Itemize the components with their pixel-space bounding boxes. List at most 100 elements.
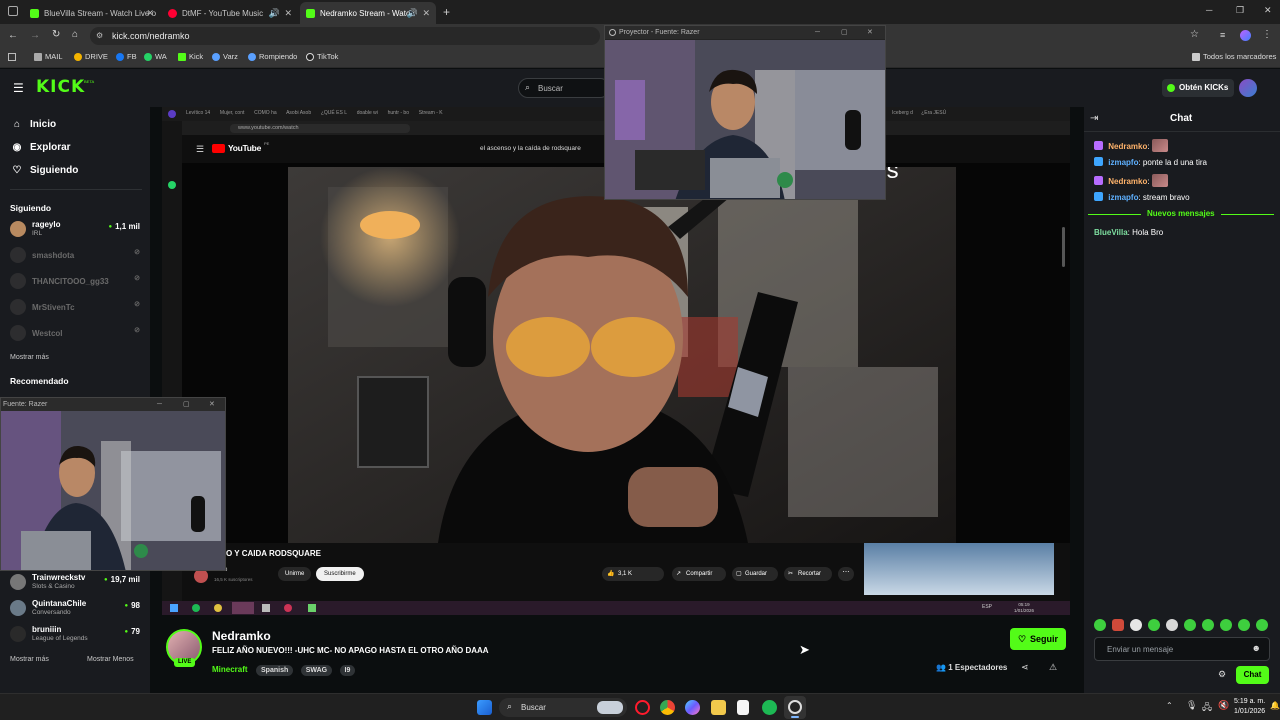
recommended-channel[interactable]: Trainwreckstv Slots & Casino 19,7 mil [10,571,140,591]
chat-send-button[interactable]: Chat [1236,666,1269,684]
tray-overflow-icon[interactable]: ⌃ [1166,701,1173,710]
recommended-channel[interactable]: QuintanaChile Conversando 98 [10,597,140,617]
recommended-channel[interactable]: bruniiin League of Legends 79 [10,623,140,643]
url-input[interactable]: kick.com/nedramko [90,27,600,45]
projector-window-secondary[interactable]: Fuente: Razer ─ ▢ ✕ [0,397,226,571]
followed-channel[interactable]: THANCITOOO_gg33 ⊘ [10,270,140,290]
followed-channel[interactable]: Westcol ⊘ [10,322,140,342]
bookmark-fb[interactable]: FB [116,52,137,61]
restore-window-icon[interactable]: ❐ [1236,5,1244,16]
projector-maximize-icon[interactable]: ▢ [841,26,848,39]
get-kicks-button[interactable]: Obtén KICKs [1162,79,1234,97]
emote-icon[interactable] [1148,619,1160,631]
nav-explorar[interactable]: ◉ Explorar [12,142,71,153]
search-input[interactable]: ⌕ Buscar [518,78,610,98]
bookmark-varz[interactable]: Varz [212,52,238,61]
projector-close-icon[interactable]: ✕ [209,398,215,411]
chat-username[interactable]: BlueVilla [1094,228,1128,237]
reload-icon[interactable]: ↻ [52,29,60,40]
extension-icon[interactable] [1240,30,1251,41]
projector-window[interactable]: Proyector - Fuente: Razer ─ ▢ ✕ [604,25,886,200]
emote-icon[interactable] [1202,619,1214,631]
collapse-chat-icon[interactable]: ⇥ [1090,113,1098,124]
chat-username[interactable]: izmapfo [1108,193,1138,202]
stream-tag[interactable]: Spanish [256,665,294,676]
network-icon[interactable]: 🖧 [1202,700,1212,716]
projector-title-bar[interactable]: Fuente: Razer ─ ▢ ✕ [1,398,225,411]
follow-button[interactable]: ♡ Seguir [1010,628,1066,650]
projector-title-bar[interactable]: Proyector - Fuente: Razer ─ ▢ ✕ [605,26,885,39]
media-control-icon[interactable]: ≡ [1220,30,1225,40]
projector-minimize-icon[interactable]: ─ [815,26,820,39]
followed-channel[interactable]: MrStivenTc ⊘ [10,296,140,316]
bookmark-drive[interactable]: DRIVE [74,52,108,61]
chat-username[interactable]: Nedramko [1108,177,1147,186]
stream-tag[interactable]: I9 [339,665,356,676]
user-avatar[interactable] [1239,79,1257,97]
emote-icon[interactable] [1184,619,1196,631]
speaker-icon[interactable]: 🔊 [407,8,418,19]
chat-username[interactable]: izmapfo [1108,158,1138,167]
obs-taskbar-active[interactable] [784,696,806,719]
bookmark-wa[interactable]: WA [144,52,167,61]
minimize-window-icon[interactable]: ─ [1206,5,1212,15]
new-tab-button[interactable]: + [443,5,450,19]
nav-siguiendo[interactable]: ♡ Siguiendo [12,165,79,176]
bookmark-kick[interactable]: Kick [178,52,203,61]
projector-close-icon[interactable]: ✕ [867,26,873,39]
emote-icon[interactable] [1112,619,1124,631]
nav-inicio[interactable]: ⌂ Inicio [12,119,56,130]
microphone-icon[interactable]: 🎙 [1186,700,1197,711]
chat-settings-icon[interactable]: ⚙ [1218,669,1226,680]
hamburger-menu-icon[interactable]: ☰ [13,81,24,95]
chat-message-input[interactable]: Enviar un mensaje ☻ [1094,637,1270,661]
bookmark-rompiendo[interactable]: Rompiendo [248,52,297,61]
emote-icon[interactable] [1220,619,1232,631]
share-icon[interactable]: ⋖ [1021,662,1029,673]
file-explorer-icon[interactable] [711,700,726,715]
followed-channel[interactable]: rageylo IRL 1,1 mil [10,218,140,238]
show-more-recommended[interactable]: Mostrar más [10,656,49,663]
volume-muted-icon[interactable]: 🔇 [1218,700,1229,711]
document-icon[interactable] [737,700,749,715]
chat-username[interactable]: Nedramko [1108,142,1147,151]
speaker-icon[interactable]: 🔊 [269,8,280,19]
taskbar-search-box[interactable]: ⌕ Buscar [499,698,627,717]
kick-logo[interactable]: KICK [36,77,85,97]
menu-icon[interactable]: ⋮ [1262,29,1272,40]
stream-tag[interactable]: SWAG [300,665,333,676]
bookmark-mail[interactable]: MAIL [34,52,63,61]
emote-icon[interactable] [1094,619,1106,631]
opera-icon[interactable] [635,700,650,715]
chrome-icon[interactable] [660,700,675,715]
taskbar-clock[interactable]: 5:19 a. m. 1/01/2026 [1234,697,1265,717]
site-info-icon[interactable]: ⚙ [96,31,103,40]
spotify-icon[interactable] [762,700,777,715]
projector-maximize-icon[interactable]: ▢ [183,398,190,411]
bookmark-star-icon[interactable]: ☆ [1190,29,1199,40]
close-tab-icon[interactable]: ✕ [146,8,154,19]
notification-bell-icon[interactable]: 🔔 [1270,701,1280,710]
emoji-picker-icon[interactable]: ☻ [1252,643,1261,653]
close-window-icon[interactable]: ✕ [1264,5,1272,16]
home-icon[interactable]: ⌂ [72,29,78,40]
show-more-following[interactable]: Mostrar más [10,354,49,361]
back-icon[interactable]: ← [8,30,18,41]
projector-minimize-icon[interactable]: ─ [157,398,162,411]
emote-icon[interactable] [1166,619,1178,631]
copilot-icon[interactable] [685,700,700,715]
browser-tab-youtube-music[interactable]: DtMF - YouTube Music 🔊 ✕ [162,2,298,24]
report-icon[interactable]: ⚠ [1049,662,1057,673]
all-bookmarks-folder[interactable]: Todos los marcadores [1192,52,1276,61]
forward-icon[interactable]: → [30,30,40,41]
stream-category-link[interactable]: Minecraft [212,665,248,674]
show-less-recommended[interactable]: Mostrar Menos [87,656,134,663]
followed-channel[interactable]: smashdota ⊘ [10,244,140,264]
emote-icon[interactable] [1256,619,1268,631]
close-tab-icon[interactable]: ✕ [422,8,430,19]
tab-search-icon[interactable] [8,6,18,16]
apps-grid-icon[interactable] [8,53,16,61]
browser-tab-nedramko[interactable]: Nedramko Stream - Watch 🔊 ✕ [300,2,436,24]
channel-name[interactable]: Nedramko [212,629,271,643]
emote-icon[interactable] [1238,619,1250,631]
